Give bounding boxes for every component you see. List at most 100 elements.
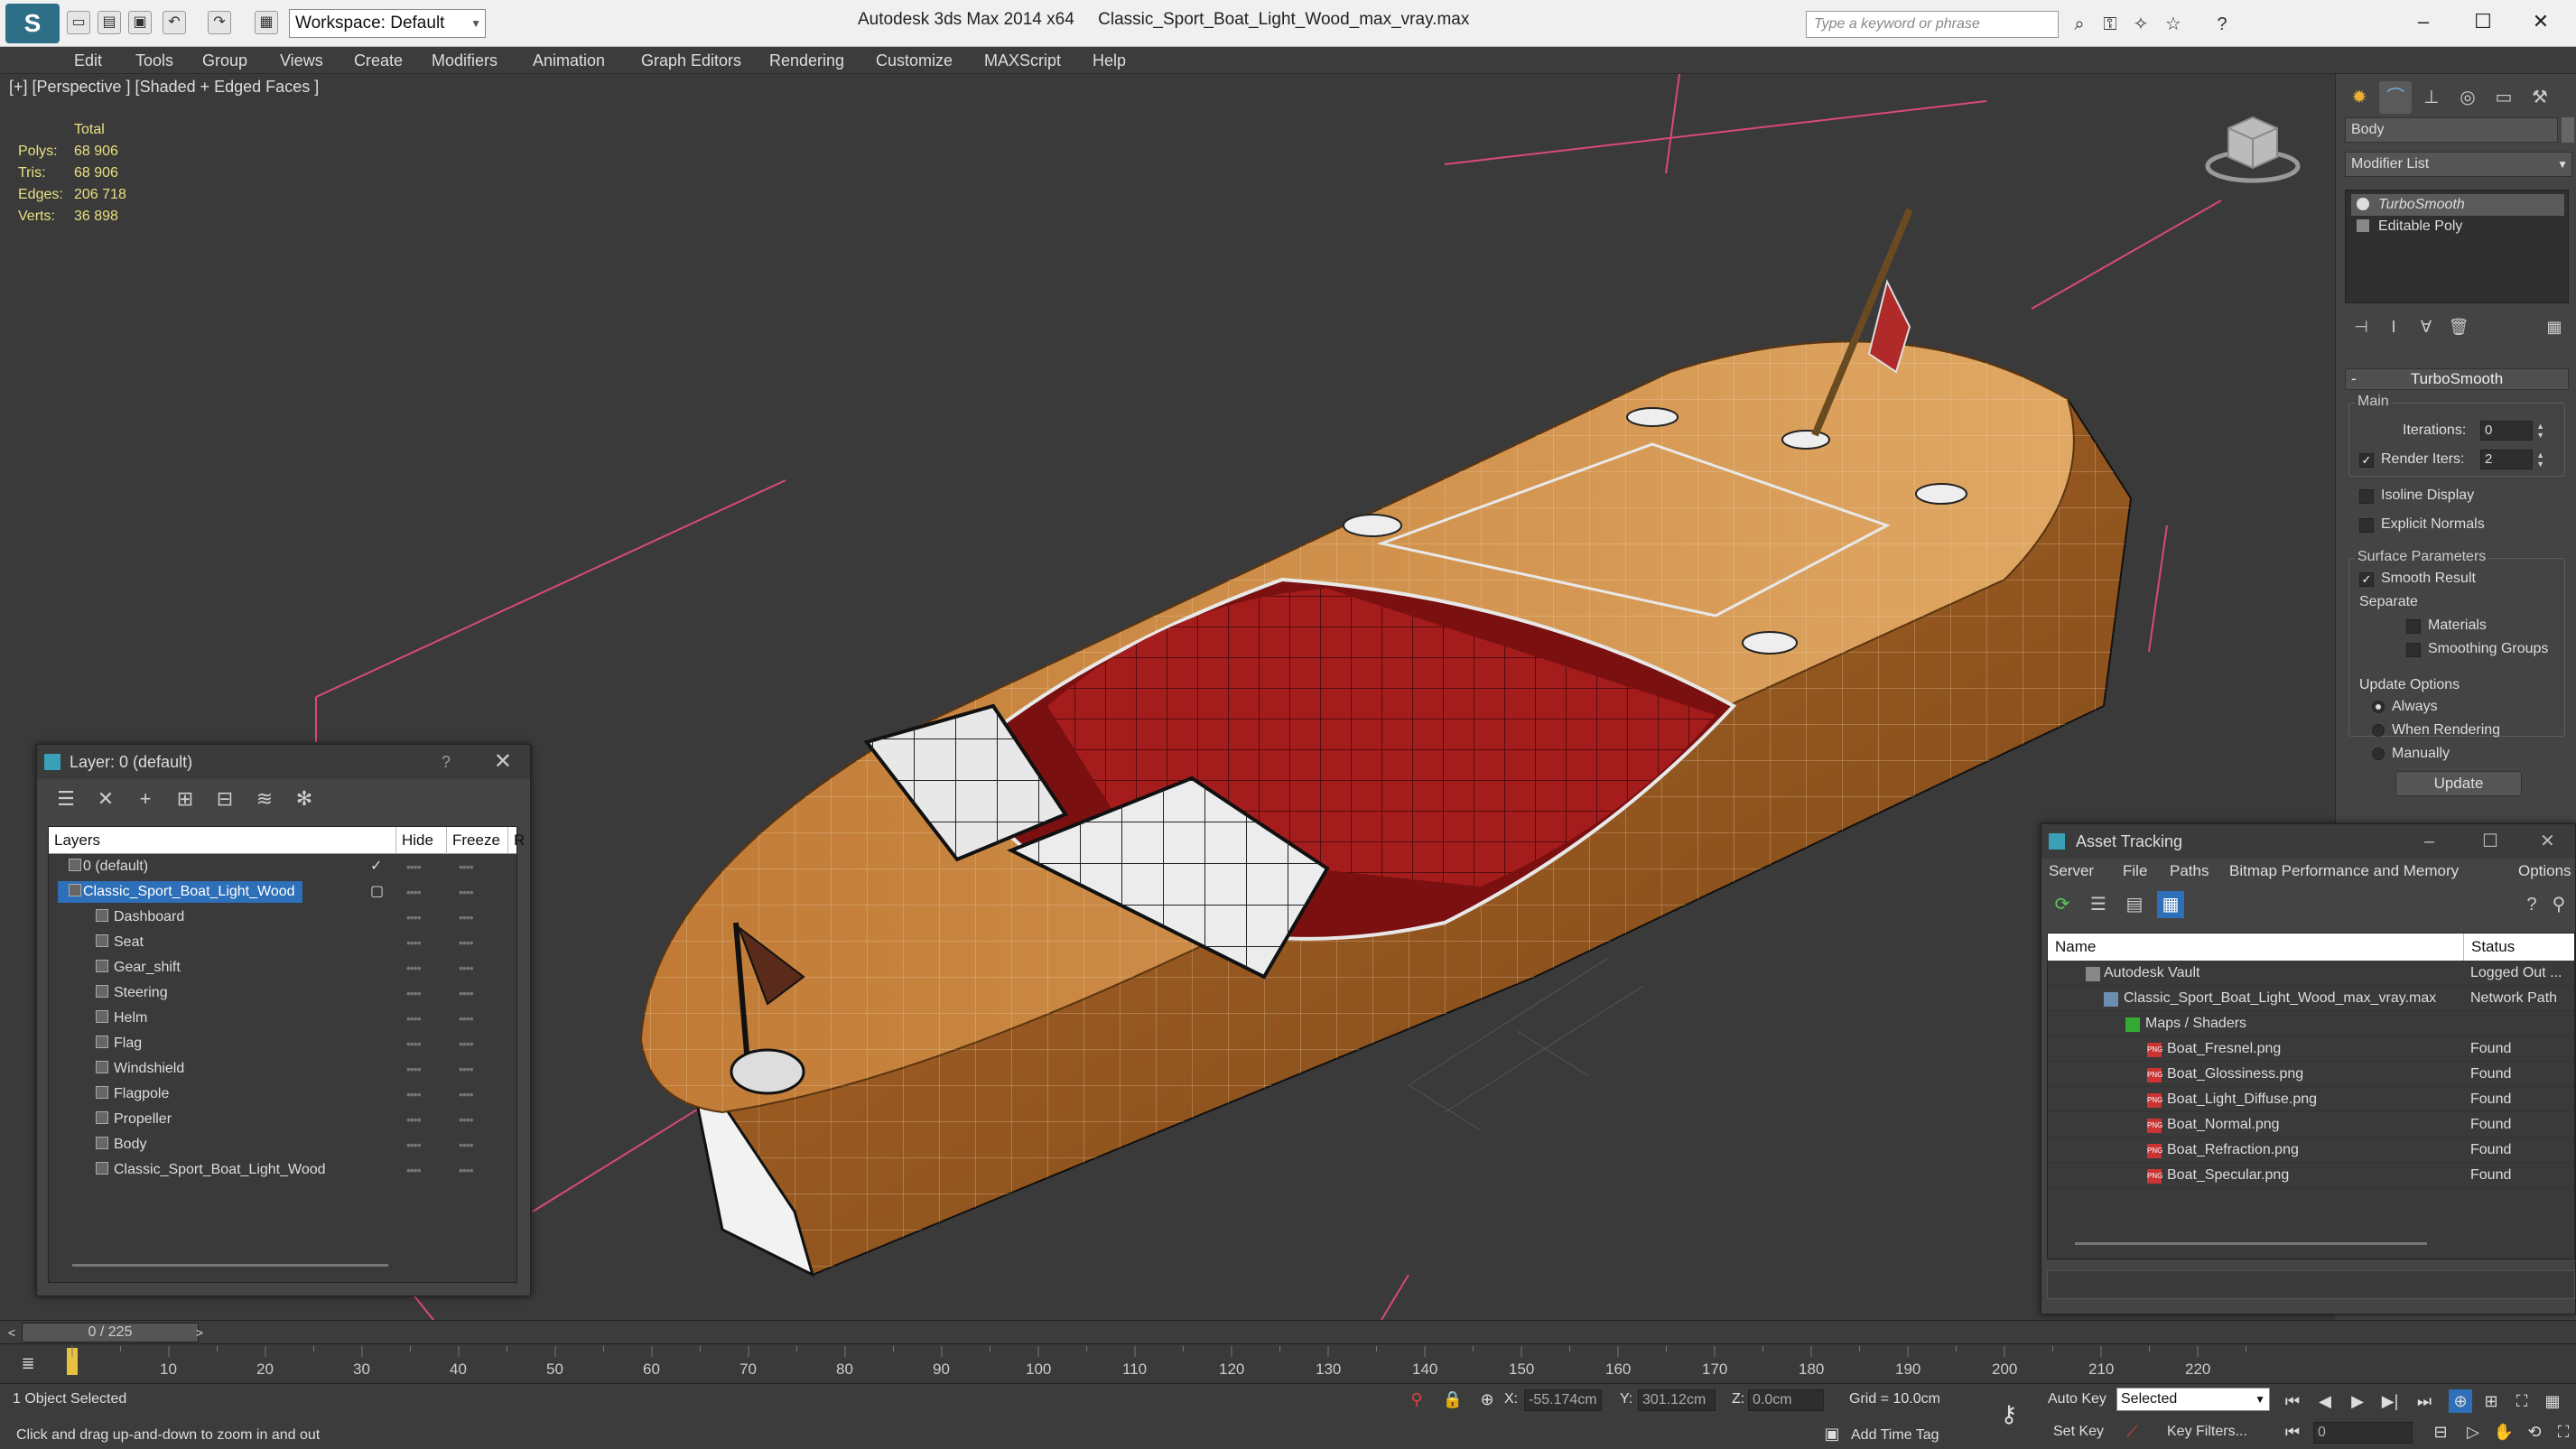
next-key-icon[interactable]: ▶| [2378, 1389, 2402, 1413]
field-of-view-icon[interactable]: ▷ [2461, 1420, 2485, 1444]
asset-path-field[interactable] [2047, 1270, 2575, 1299]
update-button[interactable]: Update [2395, 771, 2522, 796]
menu-maxscript[interactable]: MAXScript [984, 51, 1061, 70]
asset-row[interactable]: PNG Boat_Specular.png Found [2048, 1163, 2574, 1188]
asset-row[interactable]: PNG Boat_Refraction.png Found [2048, 1138, 2574, 1163]
search-input[interactable]: Type a keyword or phrase [1806, 11, 2059, 38]
current-frame-field[interactable]: 0 [2313, 1422, 2413, 1444]
go-to-end-icon[interactable]: ⏭ [2413, 1389, 2436, 1413]
asset-row[interactable]: PNG Boat_Glossiness.png Found [2048, 1062, 2574, 1087]
hide-toggle[interactable]: •••• [406, 879, 422, 905]
z-coordinate-field[interactable]: 0.0cm [1748, 1389, 1824, 1411]
workspace-dropdown[interactable]: Workspace: Default ▼ [289, 9, 486, 38]
layer-object-row[interactable]: Propeller •••• •••• [49, 1107, 516, 1132]
hide-toggle[interactable]: •••• [406, 980, 422, 1006]
layer-object-row[interactable]: Flagpole •••• •••• [49, 1082, 516, 1107]
freeze-toggle[interactable]: •••• [459, 1056, 474, 1082]
create-layer-icon[interactable]: ☰ [51, 785, 80, 813]
modify-tab-icon[interactable]: ⌒ [2379, 81, 2412, 114]
close-icon[interactable]: ✕ [2540, 824, 2555, 859]
subscription-icon[interactable]: ✧ [2129, 13, 2153, 36]
asset-window-titlebar[interactable]: Asset Tracking – ☐ ✕ [2041, 824, 2575, 859]
layer-object-row[interactable]: Seat •••• •••• [49, 930, 516, 955]
auto-key-button[interactable]: Auto Key [2048, 1391, 2106, 1407]
x-coordinate-field[interactable]: -55.174cm [1524, 1389, 1602, 1411]
delete-layer-icon[interactable]: ✕ [91, 785, 120, 813]
spinner-arrows-icon[interactable]: ▲ ▼ [2536, 450, 2544, 469]
new-file-icon[interactable]: ▭ [67, 11, 90, 34]
hide-all-icon[interactable]: ≋ [250, 785, 279, 813]
smoothing-groups-checkbox[interactable] [2406, 643, 2421, 657]
col-name[interactable]: Name [2048, 933, 2096, 961]
help-icon[interactable]: ? [442, 745, 451, 779]
pin-stack-icon[interactable]: ⊣ [2348, 314, 2374, 339]
col-freeze[interactable]: Freeze [446, 827, 500, 854]
asset-menu-file[interactable]: File [2123, 862, 2147, 880]
create-tab-icon[interactable]: ✹ [2343, 81, 2376, 114]
modifier-list-dropdown[interactable]: Modifier List ▼ [2345, 152, 2572, 177]
freeze-toggle[interactable]: •••• [459, 854, 474, 879]
freeze-toggle[interactable]: •••• [459, 905, 474, 930]
layer-object-row[interactable]: Flag •••• •••• [49, 1031, 516, 1056]
col-hide[interactable]: Hide [395, 827, 433, 854]
asset-row[interactable]: PNG Boat_Fresnel.png Found [2048, 1036, 2574, 1062]
hide-toggle[interactable]: •••• [406, 930, 422, 955]
asset-menu-options[interactable]: Options [2518, 862, 2571, 880]
hide-toggle[interactable]: •••• [406, 1157, 422, 1183]
menu-tools[interactable]: Tools [135, 51, 173, 70]
hide-toggle[interactable]: •••• [406, 854, 422, 879]
refresh-icon[interactable]: ⟳ [2049, 891, 2076, 918]
hierarchy-tab-icon[interactable]: ⊥ [2415, 81, 2448, 114]
iterations-spinner[interactable]: 0 ▲ ▼ [2480, 421, 2544, 441]
freeze-toggle[interactable]: •••• [459, 980, 474, 1006]
minimize-icon[interactable]: – [2402, 5, 2445, 38]
freeze-toggle[interactable]: •••• [459, 955, 474, 980]
menu-rendering[interactable]: Rendering [769, 51, 844, 70]
minimize-icon[interactable]: – [2424, 824, 2434, 859]
help-icon[interactable]: ? [2210, 13, 2234, 36]
lock-selection-icon[interactable]: 🔒 [1441, 1388, 1465, 1411]
stack-item-turbosmooth[interactable]: TurboSmooth [2351, 194, 2564, 216]
key-icon[interactable]: ⚿ [2098, 13, 2122, 36]
time-tag-icon[interactable]: ▣ [1820, 1422, 1844, 1445]
time-slider[interactable]: 0 / 225 [22, 1323, 199, 1342]
hide-toggle[interactable]: •••• [406, 1082, 422, 1107]
freeze-all-icon[interactable]: ✻ [290, 785, 319, 813]
layer-object-row[interactable]: Steering •••• •••• [49, 980, 516, 1006]
hide-toggle[interactable]: •••• [406, 1006, 422, 1031]
expand-icon[interactable] [2357, 219, 2369, 232]
zoom-icon[interactable]: ⊕ [2449, 1389, 2472, 1413]
close-icon[interactable]: ✕ [2519, 5, 2562, 38]
menu-edit[interactable]: Edit [74, 51, 102, 70]
render-iters-spinner[interactable]: 2 ▲ ▼ [2480, 450, 2544, 469]
always-radio[interactable] [2372, 701, 2385, 713]
set-key-button[interactable]: Set Key [2053, 1424, 2104, 1440]
zoom-extents-icon[interactable]: ⛶ [2510, 1389, 2534, 1413]
table-view-icon[interactable]: ▦ [2157, 891, 2184, 918]
star-icon[interactable]: ☆ [2162, 13, 2185, 36]
asset-menu-server[interactable]: Server [2049, 862, 2094, 880]
layer-object-row[interactable]: Helm •••• •••• [49, 1006, 516, 1031]
freeze-toggle[interactable]: •••• [459, 1006, 474, 1031]
add-time-tag[interactable]: Add Time Tag [1851, 1427, 1939, 1444]
render-iters-checkbox[interactable]: ✓ [2359, 453, 2374, 468]
display-tab-icon[interactable]: ▭ [2488, 81, 2520, 114]
menu-modifiers[interactable]: Modifiers [432, 51, 498, 70]
track-bar[interactable]: ≣ 10 20 30 40 50 60 70 80 90 100 110 120… [0, 1343, 2576, 1383]
pin-icon[interactable]: ⚲ [2545, 891, 2572, 918]
hide-toggle[interactable]: •••• [406, 1031, 422, 1056]
asset-row[interactable]: Maps / Shaders [2048, 1011, 2574, 1036]
object-name-field[interactable]: Body [2345, 117, 2558, 143]
maximize-icon[interactable]: ☐ [2482, 824, 2498, 859]
absolute-mode-icon[interactable]: ⊕ [1475, 1388, 1499, 1411]
remove-modifier-icon[interactable]: 🗑 [2446, 314, 2471, 339]
hide-toggle[interactable]: •••• [406, 1132, 422, 1157]
hide-toggle[interactable]: •••• [406, 1056, 422, 1082]
active-layer-box-icon[interactable]: ▢ [370, 879, 384, 905]
configure-sets-icon[interactable]: ▦ [2542, 314, 2567, 339]
app-logo-icon[interactable]: S [5, 4, 60, 43]
add-to-layer-icon[interactable]: + [131, 785, 160, 813]
col-status[interactable]: Status [2463, 933, 2515, 961]
spinner-arrows-icon[interactable]: ▲ ▼ [2536, 422, 2544, 440]
prev-key-icon[interactable]: ◀ [2313, 1389, 2337, 1413]
